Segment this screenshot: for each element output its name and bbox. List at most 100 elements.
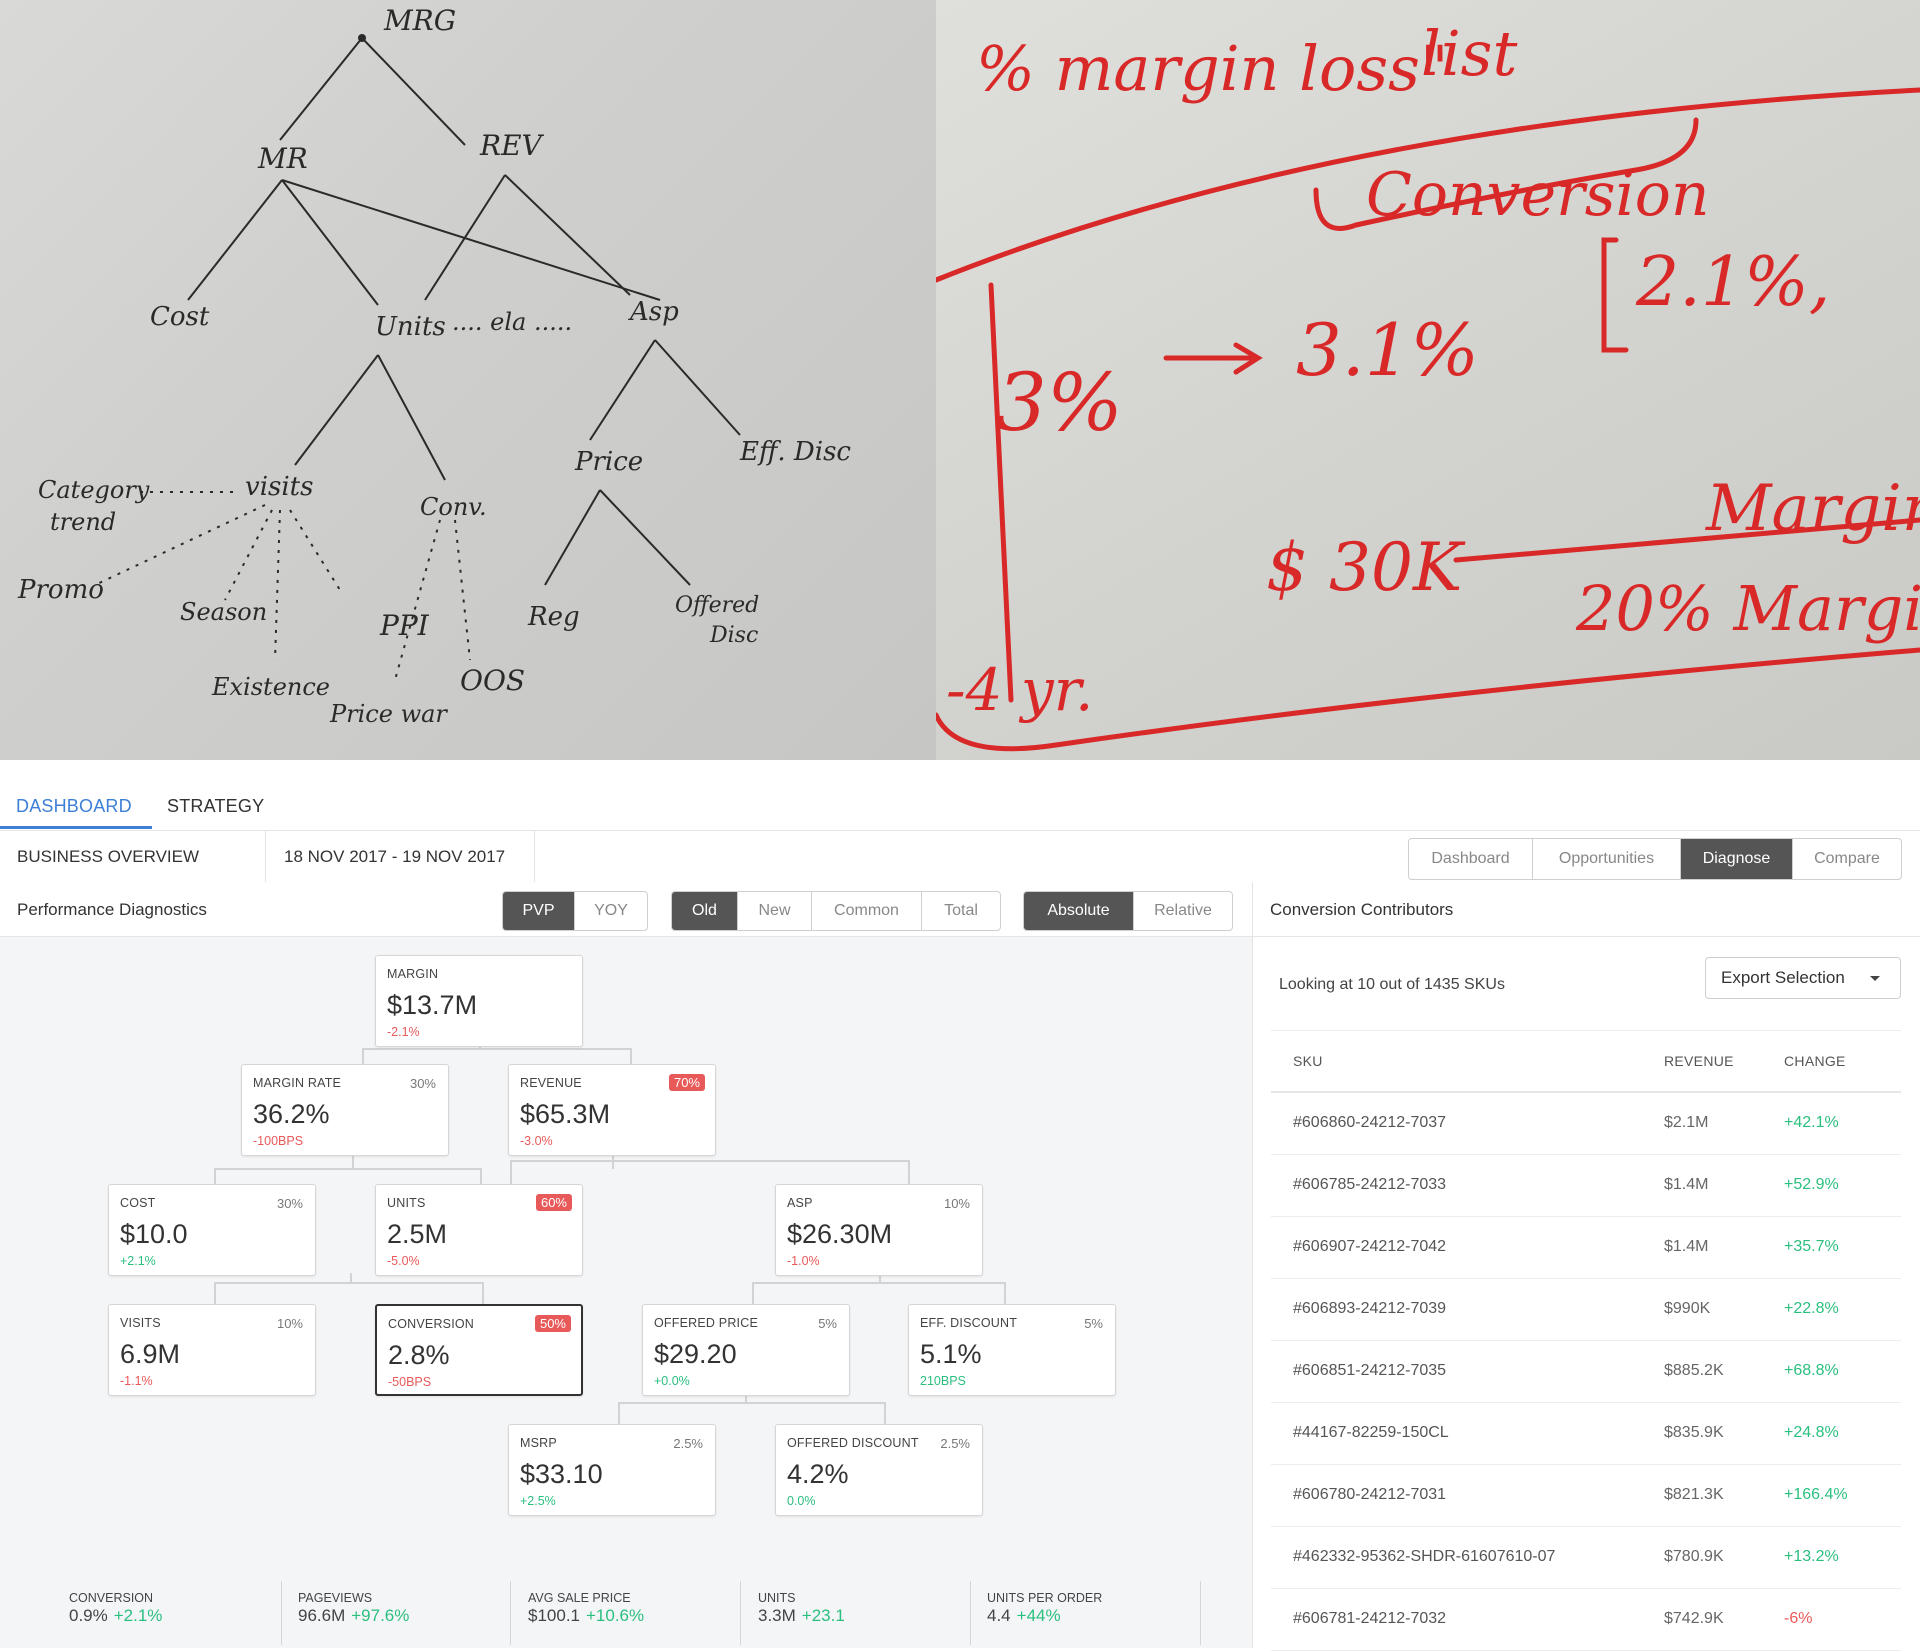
sku-cell: #606893-24212-7039 — [1293, 1300, 1447, 1317]
units-card[interactable]: UNITS 60% 2.5M -5.0% — [375, 1184, 583, 1276]
card-label: EFF. DISCOUNT — [920, 1316, 1018, 1330]
toggle-absolute[interactable]: Absolute — [1024, 892, 1134, 930]
metric-label: PAGEVIEWS — [298, 1591, 373, 1605]
card-change: -1.1% — [120, 1374, 153, 1388]
card-label: REVENUE — [520, 1076, 582, 1090]
revenue-cell: $742.9K — [1664, 1610, 1724, 1627]
date-range[interactable]: 18 NOV 2017 - 19 NOV 2017 — [284, 847, 505, 867]
column-sku[interactable]: SKU — [1293, 1053, 1323, 1069]
subbar-divider — [265, 830, 266, 882]
offered-discount-card[interactable]: OFFERED DISCOUNT 2.5% 4.2% 0.0% — [775, 1424, 983, 1516]
caret-down-icon — [1870, 976, 1880, 981]
tab-strategy[interactable]: STRATEGY — [167, 796, 264, 817]
period-toggle: PVP YOY — [502, 891, 648, 931]
conversion-card[interactable]: CONVERSION 50% 2.8% -50BPS — [375, 1304, 583, 1396]
metric-label: UNITS — [758, 1591, 796, 1605]
diagnostics-header: Performance Diagnostics PVP YOY Old New … — [0, 882, 1252, 937]
metric-change: +23.1 — [801, 1606, 845, 1625]
wb-trend: trend — [50, 508, 116, 536]
table-row[interactable]: #606893-24212-7039 $990K +22.8% — [1271, 1279, 1901, 1341]
view-diagnose-button[interactable]: Diagnose — [1681, 839, 1793, 879]
wb-conv: Conv. — [420, 493, 487, 521]
wb-disc: Disc — [709, 623, 758, 648]
wb-offered: Offered — [675, 593, 759, 618]
wb-price: Price — [574, 447, 643, 477]
analytics-app: DASHBOARD STRATEGY BUSINESS OVERVIEW 18 … — [0, 760, 1920, 1651]
table-header: SKU REVENUE CHANGE — [1271, 1031, 1901, 1093]
tab-dashboard[interactable]: DASHBOARD — [16, 796, 132, 817]
sku-cell: #462332-95362-SHDR-61607610-07 — [1293, 1548, 1556, 1565]
wb-list: list — [1421, 17, 1517, 90]
card-label: UNITS — [387, 1196, 426, 1210]
table-row[interactable]: #44167-82259-150CL $835.9K +24.8% — [1271, 1403, 1901, 1465]
table-row[interactable]: #606860-24212-7037 $2.1M +42.1% — [1271, 1093, 1901, 1155]
table-row[interactable]: #606785-24212-7033 $1.4M +52.9% — [1271, 1155, 1901, 1217]
asp-card[interactable]: ASP 10% $26.30M -1.0% — [775, 1184, 983, 1276]
metric-divider — [1200, 1581, 1201, 1645]
msrp-card[interactable]: MSRP 2.5% $33.10 +2.5% — [508, 1424, 716, 1516]
top-nav: DASHBOARD STRATEGY — [0, 760, 1920, 831]
eff-discount-card[interactable]: EFF. DISCOUNT 5% 5.1% 210BPS — [908, 1304, 1116, 1396]
export-selection-button[interactable]: Export Selection — [1705, 957, 1901, 999]
change-cell: +22.8% — [1784, 1300, 1839, 1317]
table-row[interactable]: #606907-24212-7042 $1.4M +35.7% — [1271, 1217, 1901, 1279]
table-row[interactable]: #606781-24212-7032 $742.9K -6% — [1271, 1589, 1901, 1651]
contributors-table: SKU REVENUE CHANGE #606860-24212-7037 $2.… — [1271, 1030, 1901, 1651]
column-revenue[interactable]: REVENUE — [1664, 1053, 1734, 1069]
metric-value: 3.3M +23.1 — [758, 1606, 845, 1625]
column-change[interactable]: CHANGE — [1784, 1053, 1846, 1069]
table-row[interactable]: #606780-24212-7031 $821.3K +166.4% — [1271, 1465, 1901, 1527]
wb-rev: REV — [479, 129, 545, 162]
conversion-contributors-panel: Conversion Contributors Looking at 10 ou… — [1253, 882, 1920, 1651]
margin-rate-card[interactable]: MARGIN RATE 30% 36.2% -100BPS — [241, 1064, 449, 1156]
visits-card[interactable]: VISITS 10% 6.9M -1.1% — [108, 1304, 316, 1396]
card-label: MARGIN — [387, 967, 439, 981]
wb-category: Category — [38, 476, 150, 504]
revenue-card[interactable]: REVENUE 70% $65.3M -3.0% — [508, 1064, 716, 1156]
metric-divider — [740, 1581, 741, 1645]
card-change: +2.5% — [520, 1494, 556, 1508]
toggle-old[interactable]: Old — [672, 892, 738, 930]
cost-card[interactable]: COST 30% $10.0 +2.1% — [108, 1184, 316, 1276]
tree-connector — [618, 1402, 886, 1404]
active-tab-indicator — [0, 826, 152, 829]
toggle-common[interactable]: Common — [812, 892, 922, 930]
sku-cell: #44167-82259-150CL — [1293, 1424, 1449, 1441]
wb-delta: 2.1%, — [1635, 243, 1830, 322]
card-value: 6.9M — [120, 1339, 181, 1369]
sku-count-text: Looking at 10 out of 1435 SKUs — [1279, 976, 1505, 993]
view-opportunities-button[interactable]: Opportunities — [1533, 839, 1681, 879]
wb-promo: Promo — [17, 575, 104, 605]
wb-mrg: MRG — [383, 4, 456, 37]
revenue-cell: $885.2K — [1664, 1362, 1724, 1379]
wb-oos: OOS — [460, 664, 525, 697]
view-compare-button[interactable]: Compare — [1793, 839, 1901, 879]
view-dashboard-button[interactable]: Dashboard — [1409, 839, 1533, 879]
metric-change: +10.6% — [586, 1606, 645, 1625]
toggle-pvp[interactable]: PVP — [503, 892, 575, 930]
card-value: $29.20 — [654, 1339, 737, 1369]
change-cell: +24.8% — [1784, 1424, 1839, 1441]
toggle-yoy[interactable]: YOY — [575, 892, 647, 930]
card-share: 10% — [943, 1196, 970, 1211]
card-share: 30% — [409, 1076, 436, 1091]
tree-connector — [214, 1282, 484, 1284]
tree-connector — [1004, 1282, 1006, 1304]
toggle-relative[interactable]: Relative — [1134, 892, 1232, 930]
toggle-total[interactable]: Total — [922, 892, 1000, 930]
tree-connector — [214, 1168, 216, 1184]
wb-three-one-percent: 3.1% — [1296, 308, 1479, 392]
margin-card[interactable]: MARGIN $13.7M -2.1% — [375, 955, 583, 1047]
wb-mr: MR — [257, 142, 308, 175]
card-label: OFFERED DISCOUNT — [787, 1436, 919, 1450]
table-row[interactable]: #462332-95362-SHDR-61607610-07 $780.9K +13… — [1271, 1527, 1901, 1589]
tree-connector — [510, 1160, 910, 1162]
toggle-new[interactable]: New — [738, 892, 812, 930]
tree-connector — [480, 1168, 482, 1184]
offered-price-card[interactable]: OFFERED PRICE 5% $29.20 +0.0% — [642, 1304, 850, 1396]
summary-metrics: CONVERSION 0.9% +2.1% PAGEVIEWS 96.6M +97.… — [0, 1581, 1252, 1647]
whiteboard-tree-photo: MRG MR REV Cost Units .... ela ..... Asp… — [0, 0, 936, 760]
change-cell: +35.7% — [1784, 1238, 1839, 1255]
wb-visits: visits — [245, 472, 313, 502]
table-row[interactable]: #606851-24212-7035 $885.2K +68.8% — [1271, 1341, 1901, 1403]
